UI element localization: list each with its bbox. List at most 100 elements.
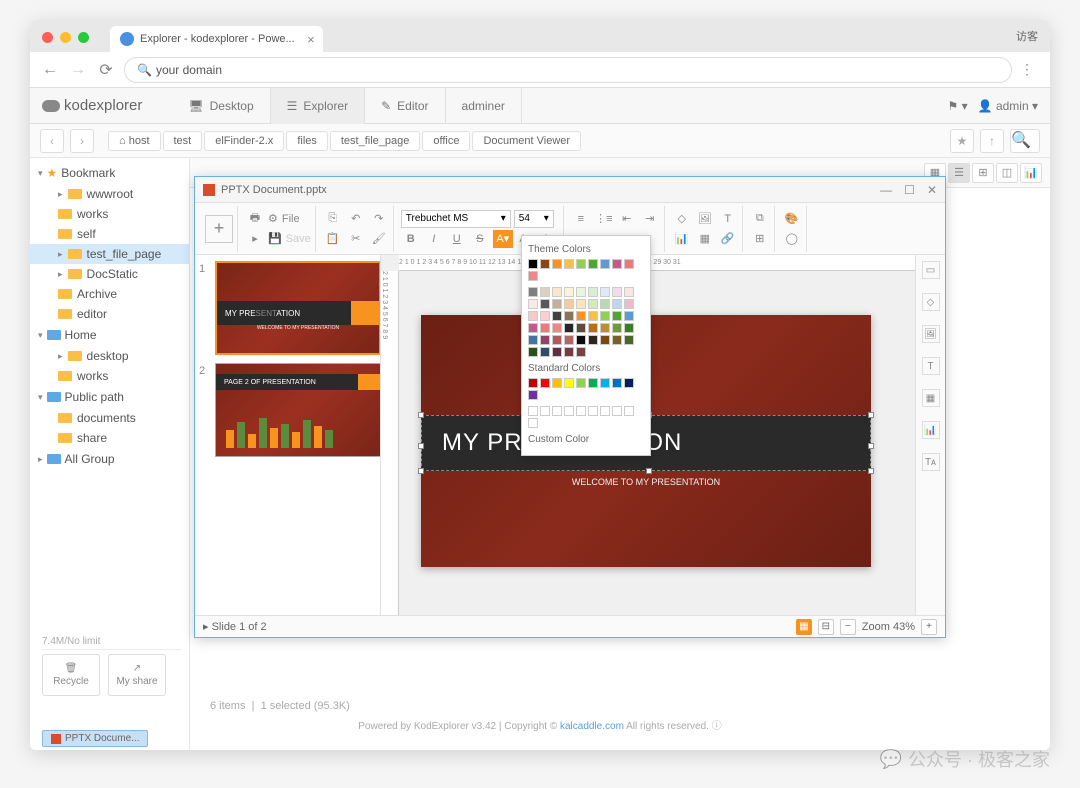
slide-thumb-2[interactable]: 2 PAGE 2 OF PRESENTATION	[201, 363, 374, 457]
tree-home[interactable]: ▾Home	[30, 324, 189, 346]
indent-inc-button[interactable]: ⇥	[640, 210, 660, 228]
color-swatch[interactable]	[576, 299, 586, 309]
minimize-button[interactable]: —	[880, 183, 892, 197]
up-button[interactable]: ↑	[980, 129, 1004, 153]
app-logo[interactable]: kodexplorer	[42, 97, 142, 114]
color-swatch[interactable]	[564, 335, 574, 345]
tree-item[interactable]: ▸desktop	[30, 346, 189, 366]
color-swatch[interactable]	[588, 323, 598, 333]
tree-item[interactable]: Archive	[30, 284, 189, 304]
cut-button[interactable]: ✂	[346, 230, 366, 248]
zoom-out-button[interactable]: −	[840, 619, 856, 635]
color-swatch[interactable]	[528, 271, 538, 281]
format-button[interactable]: 🖌	[369, 230, 389, 248]
italic-button[interactable]: I	[424, 230, 444, 248]
color-swatch[interactable]	[624, 259, 634, 269]
maximize-icon[interactable]	[78, 32, 89, 43]
color-swatch[interactable]	[624, 287, 634, 297]
color-swatch[interactable]	[576, 311, 586, 321]
color-swatch[interactable]	[528, 335, 538, 345]
color-swatch[interactable]	[624, 378, 634, 388]
tree-item-selected[interactable]: ▸test_file_page	[30, 244, 189, 264]
color-swatch[interactable]	[576, 259, 586, 269]
color-swatch[interactable]	[576, 378, 586, 388]
forward-button[interactable]: →	[68, 60, 88, 80]
tree-allgroup[interactable]: ▸All Group	[30, 448, 189, 470]
myshare-button[interactable]: ↗My share	[108, 654, 166, 696]
user-menu[interactable]: 👤 admin ▾	[978, 99, 1038, 113]
print-button[interactable]: 🖶	[245, 210, 265, 228]
color-swatch[interactable]	[540, 311, 550, 321]
text-button[interactable]: T	[718, 210, 738, 228]
recycle-button[interactable]: 🗑Recycle	[42, 654, 100, 696]
tree-item[interactable]: works	[30, 204, 189, 224]
color-swatch[interactable]	[552, 299, 562, 309]
bc-item[interactable]: Document Viewer	[472, 131, 581, 151]
close-button[interactable]: ✕	[927, 183, 937, 197]
color-swatch[interactable]	[552, 406, 562, 416]
color-swatch[interactable]	[600, 259, 610, 269]
color-swatch[interactable]	[564, 259, 574, 269]
color-swatch[interactable]	[552, 378, 562, 388]
color-swatch[interactable]	[564, 311, 574, 321]
color-swatch[interactable]	[612, 299, 622, 309]
color-swatch[interactable]	[576, 347, 586, 357]
color-swatch[interactable]	[540, 323, 550, 333]
color-swatch[interactable]	[612, 406, 622, 416]
bc-item[interactable]: files	[286, 131, 328, 151]
nav-adminer[interactable]: adminer	[446, 88, 522, 124]
nav-desktop[interactable]: 🖥 Desktop	[172, 88, 270, 124]
bc-item[interactable]: test	[163, 131, 203, 151]
rp-image-button[interactable]: 🖼	[922, 325, 940, 343]
color-swatch[interactable]	[540, 259, 550, 269]
numbers-button[interactable]: ⋮≡	[594, 210, 614, 228]
close-icon[interactable]	[42, 32, 53, 43]
color-swatch[interactable]	[600, 378, 610, 388]
color-swatch[interactable]	[600, 311, 610, 321]
rp-chart-button[interactable]: 📊	[922, 421, 940, 439]
stroke-button[interactable]: ◯	[782, 230, 802, 248]
taskbar-item[interactable]: PPTX Docume...	[42, 730, 148, 747]
color-swatch[interactable]	[576, 323, 586, 333]
minimize-icon[interactable]	[60, 32, 71, 43]
rp-table-button[interactable]: ▦	[922, 389, 940, 407]
arrange-button[interactable]: ⧉	[750, 210, 770, 228]
color-swatch[interactable]	[540, 287, 550, 297]
bc-fwd-button[interactable]: ›	[70, 129, 94, 153]
underline-button[interactable]: U	[447, 230, 467, 248]
color-swatch[interactable]	[588, 287, 598, 297]
tree-item[interactable]: ▸DocStatic	[30, 264, 189, 284]
color-swatch[interactable]	[588, 259, 598, 269]
custom-color-button[interactable]: Custom Color	[528, 434, 644, 445]
flag-icon[interactable]: ⚑ ▾	[948, 99, 968, 113]
color-swatch[interactable]	[588, 406, 598, 416]
reload-button[interactable]: ⟳	[96, 60, 116, 80]
image-button[interactable]: 🖼	[695, 210, 715, 228]
rp-textart-button[interactable]: Tᴀ	[922, 453, 940, 471]
rp-slide-button[interactable]: ▭	[922, 261, 940, 279]
color-swatch[interactable]	[540, 378, 550, 388]
color-swatch[interactable]	[612, 323, 622, 333]
subtitle-text[interactable]: WELCOME TO MY PRESENTATION	[421, 477, 871, 487]
view-list-button[interactable]: ☰	[948, 163, 970, 183]
tab-close-icon[interactable]: ×	[307, 32, 315, 47]
color-swatch[interactable]	[576, 287, 586, 297]
undo-button[interactable]: ↶	[346, 210, 366, 228]
nav-explorer[interactable]: ☰ Explorer	[271, 88, 365, 124]
fill-button[interactable]: 🎨	[782, 210, 802, 228]
color-swatch[interactable]	[624, 311, 634, 321]
color-swatch[interactable]	[540, 299, 550, 309]
bullets-button[interactable]: ≡	[571, 210, 591, 228]
url-bar[interactable]: 🔍 your domain	[124, 57, 1012, 83]
color-swatch[interactable]	[528, 311, 538, 321]
nav-editor[interactable]: ✎ Editor	[365, 88, 445, 124]
doc-titlebar[interactable]: PPTX Document.pptx — ☐ ✕	[195, 177, 945, 203]
tree-bookmark[interactable]: ▾★Bookmark	[30, 162, 189, 184]
rp-shape-button[interactable]: ◇	[922, 293, 940, 311]
redo-button[interactable]: ↷	[369, 210, 389, 228]
view-detail-button[interactable]: ⊞	[972, 163, 994, 183]
view-split-button[interactable]: ◫	[996, 163, 1018, 183]
star-button[interactable]: ★	[950, 129, 974, 153]
color-swatch[interactable]	[600, 406, 610, 416]
color-swatch[interactable]	[552, 335, 562, 345]
